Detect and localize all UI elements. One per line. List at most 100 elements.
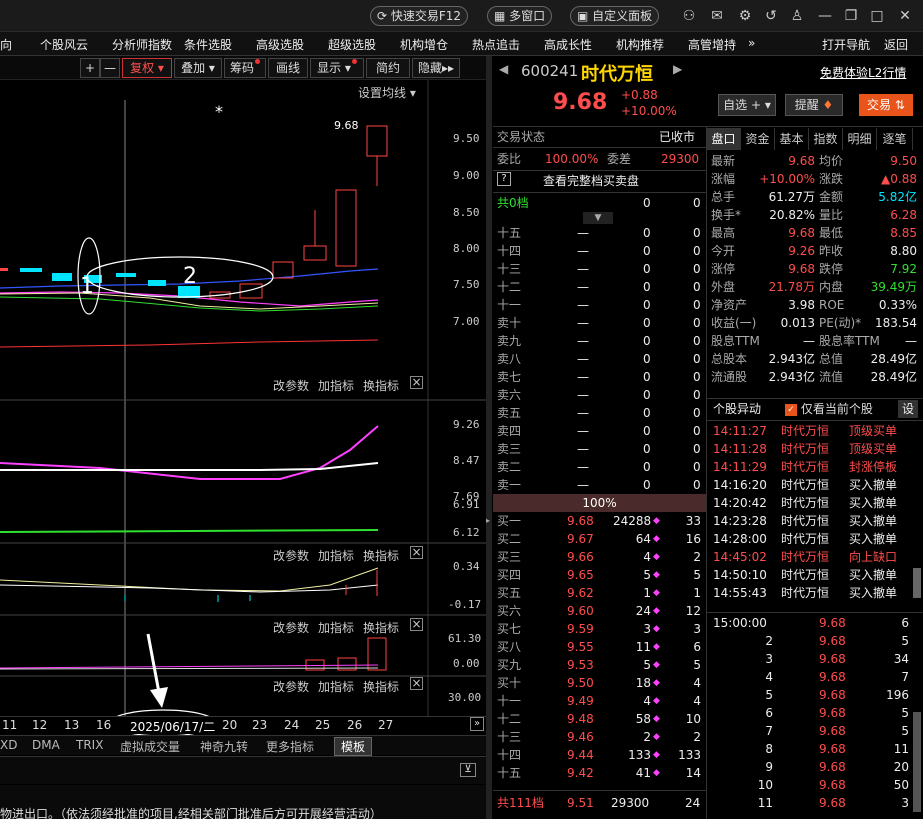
collapse-chevron-icon[interactable]: ▼	[583, 212, 613, 224]
panel2-add-button[interactable]: 加指标	[318, 377, 354, 394]
undo-icon[interactable]: ↺	[762, 7, 780, 25]
indicator-tab-template[interactable]: 模板	[334, 737, 373, 756]
close-icon[interactable]: ✕	[896, 7, 914, 25]
panel3-switch-button[interactable]: 换指标	[363, 547, 399, 564]
alert-button[interactable]: 提醒 ♦	[785, 94, 843, 116]
nav-item[interactable]: 分析师指数	[112, 36, 172, 53]
ticks-scrollbar[interactable]	[913, 712, 921, 812]
multi-window-button[interactable]: ▦ 多窗口	[487, 6, 553, 26]
trade-button[interactable]: 交易 ⇅	[859, 94, 913, 116]
annotation-label-1: 1	[80, 274, 94, 299]
nav-item[interactable]: 个股风云	[40, 36, 88, 53]
restore-icon[interactable]: ❐	[842, 7, 860, 25]
tab-zhubi[interactable]: 逐笔	[877, 128, 913, 150]
indicator-tab[interactable]: TRIX	[76, 738, 103, 752]
fuquan-button[interactable]: 复权 ▾	[122, 58, 172, 78]
tab-pankou[interactable]: 盘口	[707, 128, 741, 150]
events-settings-button[interactable]: 设	[898, 400, 918, 418]
panel2-edit-button[interactable]: 改参数	[273, 377, 309, 394]
nav-more[interactable]: »	[748, 36, 755, 50]
overlay-button[interactable]: 叠加 ▾	[174, 58, 222, 78]
panel5-edit-button[interactable]: 改参数	[273, 678, 309, 695]
panel5-switch-button[interactable]: 换指标	[363, 678, 399, 695]
watchlist-button[interactable]: 自选 + ▾	[718, 94, 776, 116]
indicator-tab[interactable]: 虚拟成交量	[120, 738, 180, 755]
panel2-switch-button[interactable]: 换指标	[363, 377, 399, 394]
quote-value: 28.49亿	[870, 370, 917, 384]
panel3-close-icon[interactable]: ×	[410, 546, 423, 559]
panel5-close-icon[interactable]: ×	[410, 677, 423, 690]
help-icon[interactable]: ?	[497, 172, 511, 186]
ma-settings-button[interactable]: 设置均线 ▾	[358, 84, 416, 101]
panel5-add-button[interactable]: 加指标	[318, 678, 354, 695]
indicator-tab[interactable]: 更多指标	[266, 738, 314, 755]
panel3-edit-button[interactable]: 改参数	[273, 547, 309, 564]
sell-level-label: 卖四	[497, 424, 522, 438]
quick-trade-button[interactable]: ⟳ 快速交易F12	[370, 6, 469, 26]
buy-level-price: 9.48	[567, 712, 594, 726]
nav-item[interactable]: 超级选股	[328, 36, 376, 53]
back-button[interactable]: 返回	[884, 36, 908, 53]
price-change: +0.88	[621, 88, 658, 102]
indicator-tab[interactable]: 神奇九转	[200, 738, 248, 755]
panel4-add-button[interactable]: 加指标	[318, 619, 354, 636]
indicator-tab[interactable]: DMA	[32, 738, 60, 752]
tab-zijin[interactable]: 资金	[741, 128, 775, 150]
minimize-icon[interactable]: —	[816, 7, 834, 25]
nav-item[interactable]: 高管增持	[688, 36, 736, 53]
mail-icon[interactable]: ✉	[708, 7, 726, 25]
weicha-label: 委差	[607, 152, 632, 166]
zoom-out-button[interactable]: —	[100, 58, 120, 78]
tab-jiben[interactable]: 基本	[775, 128, 809, 150]
gear-icon[interactable]: ⚙	[736, 7, 754, 25]
tab-mingxi[interactable]: 明细	[843, 128, 877, 150]
sell-level-price: —	[577, 226, 589, 240]
title-bar: ⟳ 快速交易F12 ▦ 多窗口 ▣ 自定义面板 ⚇ ✉ ⚙ ↺ ♙ — ❐ □ …	[0, 0, 923, 32]
sell-level-count: 0	[693, 262, 701, 276]
next-stock-icon[interactable]: ▶	[673, 62, 682, 76]
maximize-icon[interactable]: □	[868, 7, 886, 25]
nav-item[interactable]: 条件选股	[184, 36, 232, 53]
full-depth-link[interactable]: 查看完整档买卖盘	[543, 172, 639, 190]
nav-item[interactable]: 机构增仓	[400, 36, 448, 53]
nav-item[interactable]: 机构推荐	[616, 36, 664, 53]
tab-zhishu[interactable]: 指数	[809, 128, 843, 150]
nav-item[interactable]: 向	[0, 36, 12, 53]
y-tick: 8.47	[453, 454, 480, 467]
candle	[366, 125, 388, 157]
user-icon[interactable]: ⚇	[680, 7, 698, 25]
shirt-icon[interactable]: ♙	[788, 7, 806, 25]
panel4-switch-button[interactable]: 换指标	[363, 619, 399, 636]
weibi-label: 委比	[497, 152, 522, 166]
nav-item[interactable]: 高级选股	[256, 36, 304, 53]
nav-item[interactable]: 热点追击	[472, 36, 520, 53]
sell-level-label: 卖八	[497, 352, 522, 366]
zoom-in-button[interactable]: +	[80, 58, 100, 78]
chips-button[interactable]: 筹码	[224, 58, 266, 78]
event-stock: 时代万恒	[781, 478, 830, 492]
panel3-add-button[interactable]: 加指标	[318, 547, 354, 564]
events-filter-checkbox[interactable]: ✓ 仅看当前个股	[785, 400, 873, 418]
kline-area[interactable]: 设置均线 ▾ * 9.68 1 2 9.50 9.00 8.50 8.00 7.…	[0, 80, 490, 740]
panel4-edit-button[interactable]: 改参数	[273, 619, 309, 636]
l2-trial-link[interactable]: 免费体验L2行情	[820, 64, 906, 81]
quote-label: 内盘	[819, 280, 844, 294]
collapse-icon[interactable]: ⊻	[460, 763, 476, 777]
open-nav-button[interactable]: 打开导航	[822, 36, 870, 53]
simple-button[interactable]: 简约	[366, 58, 410, 78]
panel2-close-icon[interactable]: ×	[410, 376, 423, 389]
scroll-right-icon[interactable]: »	[470, 717, 484, 731]
nav-item[interactable]: 高成长性	[544, 36, 592, 53]
indicator-tab[interactable]: XD	[0, 738, 17, 752]
draw-line-button[interactable]: 画线	[268, 58, 308, 78]
volume-ma-line	[0, 667, 379, 670]
quote-label: 最新	[711, 154, 736, 168]
prev-stock-icon[interactable]: ◀	[499, 62, 508, 76]
events-scrollbar[interactable]	[913, 568, 921, 598]
buy-level-count: 12	[685, 604, 701, 618]
hide-button[interactable]: 隐藏▸▸	[412, 58, 460, 78]
splitter[interactable]: ▸	[486, 56, 492, 819]
display-button[interactable]: 显示 ▾	[310, 58, 364, 78]
custom-panel-button[interactable]: ▣ 自定义面板	[570, 6, 660, 26]
panel4-close-icon[interactable]: ×	[410, 618, 423, 631]
